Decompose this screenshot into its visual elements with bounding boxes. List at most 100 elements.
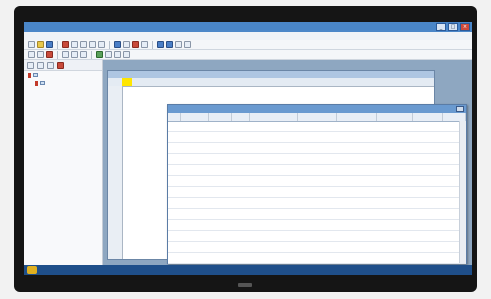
window-controls: _ □ × (436, 23, 470, 31)
sort-icon[interactable] (132, 41, 139, 48)
table-row[interactable] (168, 253, 466, 264)
chart-bar-icon[interactable] (166, 41, 173, 48)
row-number[interactable] (108, 239, 122, 248)
column-header-row (108, 78, 434, 87)
align-center-icon[interactable] (71, 51, 78, 58)
row-number[interactable] (108, 95, 122, 104)
sidebar-delete-icon[interactable] (57, 61, 64, 69)
row-number[interactable] (108, 113, 122, 122)
table-row[interactable] (168, 165, 466, 176)
column-header[interactable] (298, 113, 337, 121)
table-row[interactable] (168, 198, 466, 209)
toolbar-divider (57, 50, 58, 59)
taskbar (24, 265, 472, 275)
document-workspace (103, 60, 472, 275)
table-row[interactable] (168, 209, 466, 220)
insert-row-icon[interactable] (105, 51, 112, 58)
settings-icon[interactable] (184, 41, 191, 48)
column-header[interactable] (443, 113, 466, 121)
run-icon[interactable] (96, 51, 103, 58)
screen: _ □ × (24, 22, 472, 275)
table-row[interactable] (168, 220, 466, 231)
app-titlebar: _ □ × (24, 22, 472, 32)
column-header[interactable] (181, 113, 210, 121)
undo-icon[interactable] (89, 41, 96, 48)
bold-icon[interactable] (28, 51, 35, 58)
data-window-titlebar (168, 105, 466, 113)
minimize-button[interactable]: _ (436, 23, 446, 31)
column-header[interactable] (250, 113, 299, 121)
close-button[interactable]: × (460, 23, 470, 31)
table-row[interactable] (168, 187, 466, 198)
sidebar-new-icon[interactable] (27, 61, 34, 69)
monitor-logo (238, 283, 252, 287)
toolbar-divider (57, 40, 58, 49)
italic-icon[interactable] (37, 51, 44, 58)
table-row[interactable] (168, 242, 466, 253)
table-row[interactable] (168, 154, 466, 165)
table-row[interactable] (168, 231, 466, 242)
column-header[interactable] (209, 113, 232, 121)
close-icon[interactable] (456, 106, 464, 112)
toolbar-divider (91, 50, 92, 59)
row-number[interactable] (108, 104, 122, 113)
row-number[interactable] (108, 203, 122, 212)
tree-item[interactable] (24, 71, 102, 79)
data-table-window[interactable] (167, 104, 467, 275)
column-header[interactable] (337, 113, 377, 121)
table-file-icon (40, 81, 45, 85)
font-color-icon[interactable] (46, 51, 53, 58)
insert-column-icon[interactable] (114, 51, 121, 58)
bookmark-icon (28, 72, 31, 78)
spreadsheet-titlebar (108, 71, 434, 78)
column-header[interactable] (413, 113, 444, 121)
vertical-scrollbar[interactable] (459, 121, 466, 263)
align-right-icon[interactable] (80, 51, 87, 58)
row-number[interactable] (108, 122, 122, 131)
table-row[interactable] (168, 121, 466, 132)
column-header[interactable] (168, 113, 181, 121)
row-number[interactable] (108, 212, 122, 221)
delete-icon[interactable] (123, 51, 130, 58)
row-number[interactable] (108, 140, 122, 149)
tree-item[interactable] (24, 79, 102, 87)
sidebar-open-icon[interactable] (37, 61, 44, 69)
align-left-icon[interactable] (62, 51, 69, 58)
row-number[interactable] (108, 158, 122, 167)
sidebar-panel (24, 60, 103, 275)
open-icon[interactable] (37, 41, 44, 48)
table-row[interactable] (168, 132, 466, 143)
row-number[interactable] (108, 230, 122, 239)
row-number[interactable] (108, 194, 122, 203)
row-number[interactable] (108, 167, 122, 176)
column-header[interactable] (377, 113, 414, 121)
main-toolbar (24, 40, 472, 50)
new-icon[interactable] (28, 41, 35, 48)
row-number[interactable] (108, 86, 122, 95)
redo-icon[interactable] (98, 41, 105, 48)
data-table-body (168, 121, 466, 275)
row-number[interactable] (108, 131, 122, 140)
table-icon[interactable] (114, 41, 121, 48)
filter-icon[interactable] (123, 41, 130, 48)
row-number[interactable] (108, 176, 122, 185)
paste-icon[interactable] (80, 41, 87, 48)
maximize-button[interactable]: □ (448, 23, 458, 31)
row-number[interactable] (108, 221, 122, 230)
print-icon[interactable] (141, 41, 148, 48)
table-row[interactable] (168, 143, 466, 154)
copy-icon[interactable] (71, 41, 78, 48)
secondary-toolbar (24, 50, 472, 60)
chart-icon[interactable] (157, 41, 164, 48)
cut-icon[interactable] (62, 41, 69, 48)
column-header[interactable] (232, 113, 251, 121)
sidebar-refresh-icon[interactable] (47, 61, 54, 69)
save-icon[interactable] (46, 41, 53, 48)
row-number[interactable] (108, 185, 122, 194)
row-number[interactable] (108, 149, 122, 158)
row-number[interactable] (108, 248, 122, 257)
toolbar-divider (152, 40, 153, 49)
chart-line-icon[interactable] (175, 41, 182, 48)
start-button[interactable] (27, 266, 37, 274)
table-row[interactable] (168, 176, 466, 187)
